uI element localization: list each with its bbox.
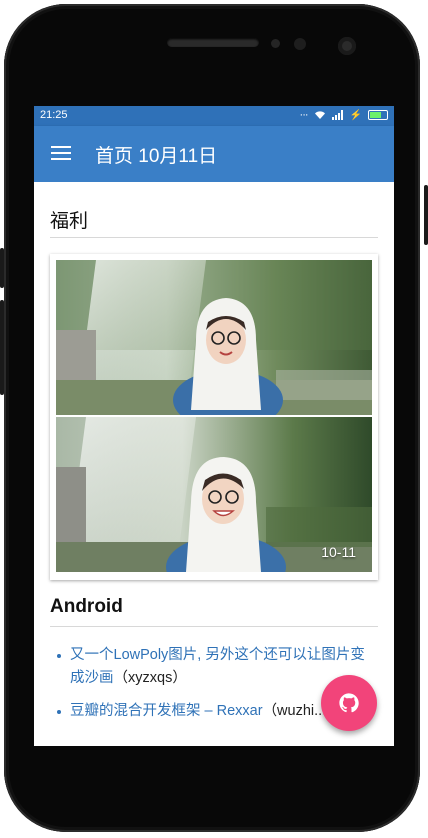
volume-button [0,248,4,288]
signal-icon [331,110,343,120]
github-icon [339,693,359,713]
article-author: （xyzxqs） [113,670,187,686]
app-bar-title: 首页 10月11日 [95,146,218,167]
section-divider [50,626,378,627]
wifi-icon [314,111,325,119]
phone-device: 21:25 ··· ⚡ 首页 10月11日 福利 10-11 Android 又… [0,0,428,838]
welfare-photo-card[interactable]: 10-11 [50,254,378,580]
more-dots-icon: ··· [299,109,309,121]
photo-date-label: 10-11 [321,544,356,560]
content-scroll[interactable]: 福利 10-11 Android 又一个LowPoly图片, 另外这个还可以让图… [34,182,394,746]
bullet-icon [57,654,61,658]
charging-icon: ⚡ [349,109,362,121]
earpiece-speaker [167,38,259,47]
status-time: 21:25 [40,109,68,121]
github-fab-button[interactable] [321,675,377,731]
proximity-sensor [271,39,280,48]
status-icons: ··· ⚡ [300,109,388,121]
status-bar: 21:25 ··· ⚡ [34,106,394,126]
section-title-welfare: 福利 [50,211,89,232]
welfare-photo: 10-11 [56,417,372,572]
battery-icon [368,110,388,120]
welfare-photo [56,260,372,415]
light-sensor [294,38,306,50]
screen: 21:25 ··· ⚡ 首页 10月11日 福利 10-11 Android 又… [34,106,394,746]
article-link[interactable]: 豆瓣的混合开发框架 – Rexxar [70,703,263,719]
front-camera [338,37,356,55]
menu-icon[interactable] [51,146,71,160]
app-bar: 首页 10月11日 [34,126,394,182]
section-title-android: Android [50,596,123,617]
bullet-icon [57,710,61,714]
power-button [424,185,428,245]
section-divider [50,237,378,238]
side-button [0,300,4,395]
